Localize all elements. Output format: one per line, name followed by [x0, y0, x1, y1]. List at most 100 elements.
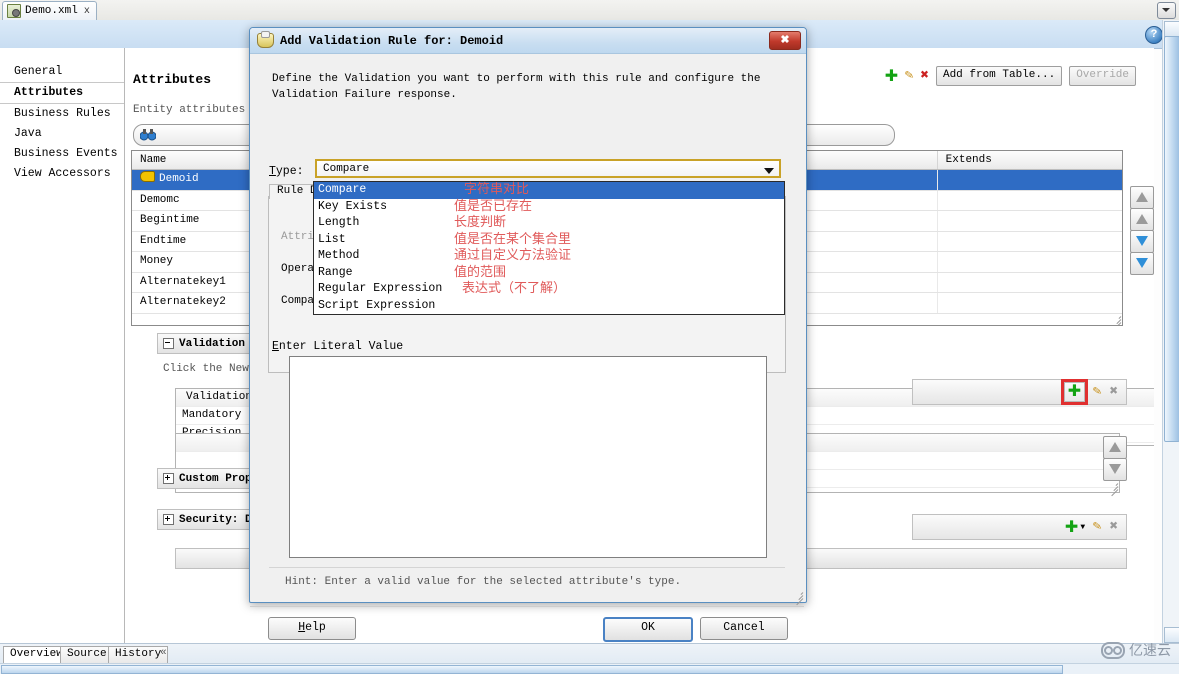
- hscrollbar-thumb[interactable]: [1, 665, 1063, 674]
- sidebar-item-label: Business Rules: [14, 107, 111, 120]
- dropdown-item-label: Range: [318, 265, 353, 279]
- pencil-icon[interactable]: ✎: [904, 67, 915, 84]
- scroll-up-button[interactable]: [1164, 21, 1179, 37]
- annotation-note: 值的范围: [454, 264, 507, 280]
- plus-icon[interactable]: ✚: [885, 68, 898, 84]
- plus-dropdown-icon[interactable]: ✚: [1065, 519, 1078, 535]
- attribute-label: Attri: [281, 231, 315, 243]
- tab-overflow-icon[interactable]: «: [160, 647, 167, 659]
- dropdown-item-label: Script Expression: [318, 298, 436, 312]
- cancel-button[interactable]: Cancel: [700, 617, 788, 640]
- chevron-down-icon[interactable]: ▼: [1080, 523, 1085, 532]
- dialog-resize-grip[interactable]: [791, 588, 804, 606]
- dialog-title: Add Validation Rule for: Demoid: [280, 33, 504, 48]
- type-label: Type:: [269, 165, 304, 178]
- dropdown-item-regular-expression[interactable]: Regular Expression 表达式（不了解）: [314, 281, 784, 298]
- watermark-text: 亿速云: [1129, 643, 1171, 659]
- dropdown-item-script-expression[interactable]: Script Expression: [314, 298, 784, 315]
- dropdown-item-label: Method: [318, 249, 360, 262]
- chevron-down-icon[interactable]: [764, 168, 774, 174]
- sidebar-item-view-accessors[interactable]: View Accessors: [0, 164, 124, 184]
- gray-x-icon[interactable]: ✖: [1110, 520, 1118, 534]
- scrollbar-thumb[interactable]: [1164, 36, 1179, 442]
- cell-extends: [938, 232, 1122, 252]
- pencil-icon[interactable]: ✎: [1092, 383, 1103, 400]
- sidebar-item-attributes[interactable]: Attributes: [0, 82, 124, 104]
- custom-properties-toolbar: ✚ ▼ ✎ ✖: [912, 514, 1127, 540]
- attributes-toolbar: ✚ ✎ ✖ Add from Table... Override: [885, 66, 1136, 86]
- cell-extends: [938, 211, 1122, 231]
- add-validation-rule-dialog: Add Validation Rule for: Demoid ✖ Define…: [249, 27, 807, 642]
- sidebar-item-label: Java: [14, 127, 42, 140]
- help-button[interactable]: Help: [268, 617, 356, 640]
- application-window: Demo.xml x ? General Attributes Business…: [0, 0, 1179, 674]
- editor-tab-strip: Demo.xml x: [0, 0, 1179, 21]
- file-tab-demo-xml[interactable]: Demo.xml x: [2, 1, 97, 20]
- tab-source[interactable]: Source: [60, 646, 114, 664]
- literal-value-label: Enter Literal Value: [272, 340, 404, 353]
- sidebar-item-java[interactable]: Java: [0, 124, 124, 144]
- resize-grip[interactable]: [1109, 312, 1122, 325]
- sidebar-item-label: Attributes: [14, 86, 84, 99]
- dropdown-item-compare[interactable]: Compare 字符串对比: [314, 182, 784, 199]
- cell-extends: [938, 191, 1122, 211]
- sidebar-item-general[interactable]: General: [0, 62, 124, 82]
- add-from-table-button[interactable]: Add from Table...: [935, 66, 1063, 86]
- cell-extends: [938, 273, 1122, 293]
- type-dropdown-list[interactable]: Compare 字符串对比 Key Exists 值是否已存在 Length 长…: [313, 181, 785, 315]
- page-description: Entity attributes c: [133, 104, 259, 116]
- page-title: Attributes: [133, 72, 212, 87]
- move-up-button[interactable]: [1130, 208, 1154, 231]
- attribute-reorder-buttons: [1130, 186, 1154, 275]
- dropdown-item-label: Compare: [318, 183, 367, 196]
- dropdown-item-length[interactable]: Length 长度判断: [314, 215, 784, 232]
- help-button-rest: elp: [305, 621, 326, 634]
- dialog-body: Define the Validation you want to perfor…: [250, 54, 806, 642]
- dropdown-item-key-exists[interactable]: Key Exists 值是否已存在: [314, 199, 784, 216]
- dropdown-item-method[interactable]: Method 通过自定义方法验证: [314, 248, 784, 265]
- sidebar: General Attributes Business Rules Java B…: [0, 48, 125, 644]
- plus-icon: ✚: [1067, 381, 1082, 400]
- dropdown-item-list[interactable]: List 值是否在某个集合里: [314, 232, 784, 249]
- chevron-down-icon[interactable]: [1157, 2, 1176, 19]
- dialog-title-bar[interactable]: Add Validation Rule for: Demoid ✖: [250, 28, 806, 54]
- dropdown-item-label: Regular Expression: [318, 282, 443, 295]
- sidebar-item-business-events[interactable]: Business Events: [0, 144, 124, 164]
- ok-button[interactable]: OK: [603, 617, 693, 642]
- annotation-note: 值是否已存在: [454, 198, 533, 214]
- close-icon[interactable]: x: [82, 6, 90, 17]
- type-combobox[interactable]: Compare: [315, 159, 781, 178]
- move-to-top-button[interactable]: [1130, 186, 1154, 209]
- literal-value-input[interactable]: [289, 356, 767, 558]
- annotation-note: 通过自定义方法验证: [454, 248, 572, 263]
- collapse-minus-icon: [163, 338, 174, 349]
- xml-file-icon: [7, 4, 21, 18]
- add-validation-button[interactable]: ✚: [1060, 379, 1089, 405]
- horizontal-scrollbar[interactable]: [0, 663, 1179, 674]
- operator-label: Opera: [281, 263, 315, 275]
- dialog-description: Define the Validation you want to perfor…: [272, 73, 761, 101]
- expand-plus-icon: [163, 514, 174, 525]
- move-to-bottom-button[interactable]: [1130, 252, 1154, 275]
- validation-rule-icon: [257, 31, 274, 48]
- close-icon[interactable]: ✖: [769, 31, 801, 50]
- list-item: Mandatory: [182, 409, 242, 421]
- vertical-scrollbar[interactable]: [1162, 20, 1179, 644]
- move-up-button[interactable]: [1103, 436, 1127, 459]
- red-x-icon[interactable]: ✖: [921, 69, 929, 83]
- sidebar-item-label: Business Events: [14, 147, 118, 160]
- move-down-button[interactable]: [1130, 230, 1154, 253]
- dropdown-item-range[interactable]: Range 值的范围: [314, 265, 784, 282]
- gray-x-icon[interactable]: ✖: [1110, 385, 1118, 399]
- dropdown-item-label: Key Exists: [318, 199, 388, 213]
- move-down-button[interactable]: [1103, 458, 1127, 481]
- sidebar-item-business-rules[interactable]: Business Rules: [0, 104, 124, 124]
- cloud-icon: [1101, 641, 1125, 659]
- help-question-icon[interactable]: ?: [1145, 26, 1163, 44]
- expand-plus-icon: [163, 473, 174, 484]
- dropdown-item-label: Length: [318, 216, 360, 229]
- pencil-icon[interactable]: ✎: [1092, 518, 1103, 535]
- dialog-hint: Hint: Enter a valid value for the select…: [285, 576, 682, 588]
- cell-name: Demoid: [159, 173, 199, 185]
- sidebar-item-label: View Accessors: [14, 167, 111, 180]
